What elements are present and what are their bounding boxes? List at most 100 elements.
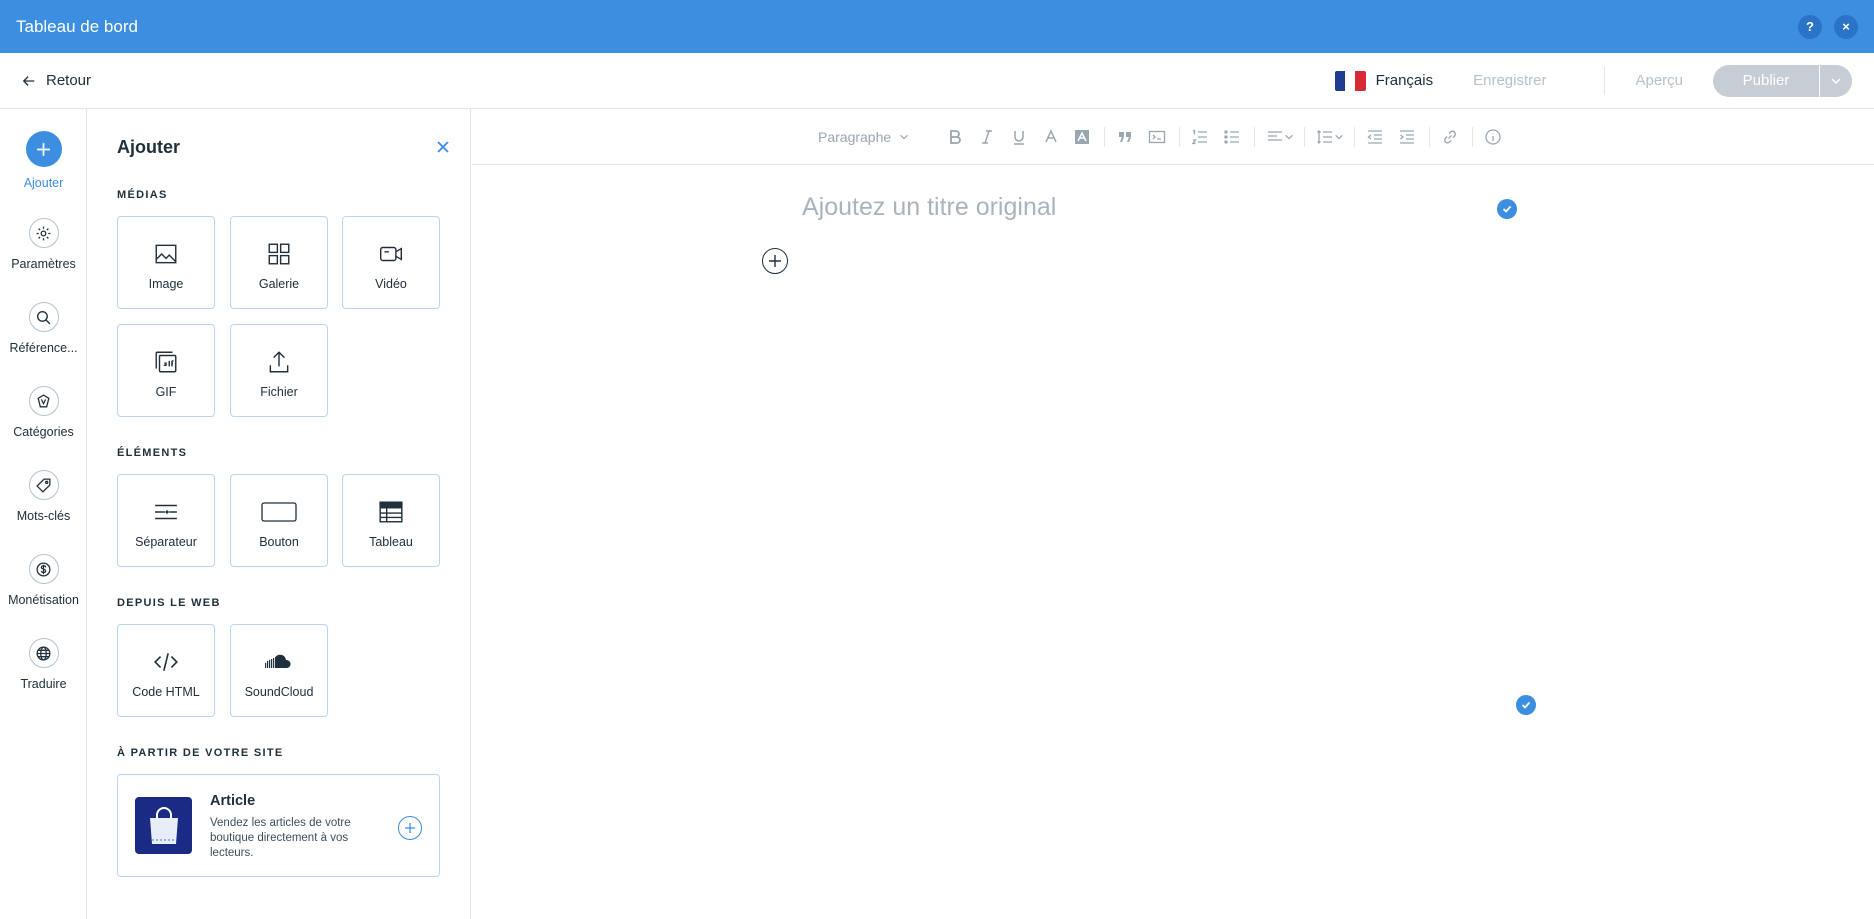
align-left-icon [1268,131,1282,141]
left-rail: Ajouter Paramètres Référence... Catégori… [0,109,87,919]
rail-item-settings[interactable]: Paramètres [0,218,87,271]
tile-label: Vidéo [375,277,407,291]
underline-icon [1014,131,1024,145]
tile-video[interactable]: Vidéo [342,216,440,309]
rail-item-seo[interactable]: Référence... [0,302,87,355]
rail-label: Paramètres [11,257,76,271]
tile-button[interactable]: Bouton [230,474,328,567]
tile-html-code[interactable]: Code HTML [117,624,215,717]
toolbar-divider [1104,127,1105,147]
paragraph-label: Paragraphe [818,129,892,145]
back-button[interactable]: Retour [22,72,91,89]
save-button[interactable]: Enregistrer [1473,72,1546,89]
line-spacing-dropdown[interactable] [1316,127,1344,147]
dollar-icon [28,554,59,584]
tile-file[interactable]: Fichier [230,324,328,417]
tile-label: Tableau [369,535,413,549]
check-icon [1497,199,1517,219]
chevron-down-icon [1335,134,1343,140]
image-icon [155,244,177,264]
rail-item-translate[interactable]: Traduire [0,638,87,691]
italic-button[interactable] [978,127,996,147]
rail-label: Traduire [20,677,67,691]
outdent-icon [1367,130,1382,144]
publish-button[interactable]: Publier [1713,64,1819,97]
add-article-button[interactable] [398,816,422,840]
section-title-site: À PARTIR DE VOTRE SITE [117,747,284,759]
article-card[interactable]: Article Vendez les articles de votre bou… [117,774,440,877]
help-button[interactable]: ? [1798,14,1822,39]
tile-table[interactable]: Tableau [342,474,440,567]
tile-label: SoundCloud [244,685,314,699]
editor-toolbar: Paragraphe [472,109,1874,165]
close-button[interactable]: × [1834,14,1858,39]
preview-button[interactable]: Aperçu [1635,72,1683,89]
globe-icon [28,638,59,668]
publish-options-button[interactable] [1819,64,1852,97]
quote-button[interactable] [1116,127,1134,147]
post-title-input[interactable]: Ajoutez un titre original [802,193,1056,222]
add-panel: Ajouter MÉDIAS Image Galerie Vidéo GIF F… [87,109,471,919]
tile-label: Code HTML [132,685,200,699]
decrease-indent-button[interactable] [1366,127,1384,147]
numbered-list-button[interactable] [1191,127,1209,147]
language-selector[interactable]: Français [1334,70,1433,91]
tile-image[interactable]: Image [117,216,215,309]
tag-icon [28,470,59,500]
bullet-list-button[interactable] [1223,127,1241,147]
code-icon [154,653,178,671]
section-title-web: DEPUIS LE WEB [117,597,221,609]
close-icon: × [1842,19,1850,34]
bold-button[interactable] [946,127,964,147]
alignment-dropdown[interactable] [1266,127,1294,147]
highlight-icon [1075,130,1089,144]
rail-item-monetization[interactable]: Monétisation [0,554,87,607]
tile-soundcloud[interactable]: SoundCloud [230,624,328,717]
italic-icon [982,130,992,144]
code-block-button[interactable] [1148,127,1166,147]
rail-label: Référence... [9,341,78,355]
gif-icon [155,351,177,373]
tile-label: Galerie [258,277,300,291]
bullet-list-icon [1224,130,1239,144]
table-icon [379,501,403,523]
arrow-left-icon [22,75,35,86]
close-icon[interactable] [435,139,451,155]
category-icon [28,386,59,416]
toolbar-divider [1472,127,1473,147]
chevron-down-icon [900,134,908,140]
info-button[interactable] [1484,127,1502,147]
rail-item-tags[interactable]: Mots-clés [0,470,87,523]
link-button[interactable] [1441,127,1459,147]
increase-indent-button[interactable] [1398,127,1416,147]
panel-title: Ajouter [117,137,180,157]
soundcloud-icon [265,654,291,668]
toolbar-divider [1354,127,1355,147]
indent-icon [1400,130,1414,144]
plus-icon [25,131,62,167]
rail-label: Catégories [13,425,74,439]
button-icon [261,502,297,522]
top-bar: Tableau de bord ? × [0,0,1874,53]
paragraph-style-dropdown[interactable]: Paragraphe [818,127,909,147]
help-icon: ? [1806,19,1814,34]
underline-button[interactable] [1010,127,1028,147]
search-icon [28,302,59,332]
rail-item-categories[interactable]: Catégories [0,386,87,439]
gallery-icon [268,243,290,265]
toolbar-divider [1179,127,1180,147]
link-icon [1444,130,1456,144]
tile-divider[interactable]: Séparateur [117,474,215,567]
tile-label: Séparateur [135,535,197,549]
back-label: Retour [46,72,92,89]
rail-item-add[interactable]: Ajouter [0,131,87,190]
text-color-button[interactable] [1042,127,1060,147]
plus-icon [405,823,415,833]
gear-icon [28,218,59,248]
add-block-button[interactable] [762,248,788,274]
tile-gallery[interactable]: Galerie [230,216,328,309]
tile-gif[interactable]: GIF [117,324,215,417]
chevron-down-icon [1285,134,1293,140]
toolbar-divider [1304,127,1305,147]
highlight-button[interactable] [1073,127,1091,147]
